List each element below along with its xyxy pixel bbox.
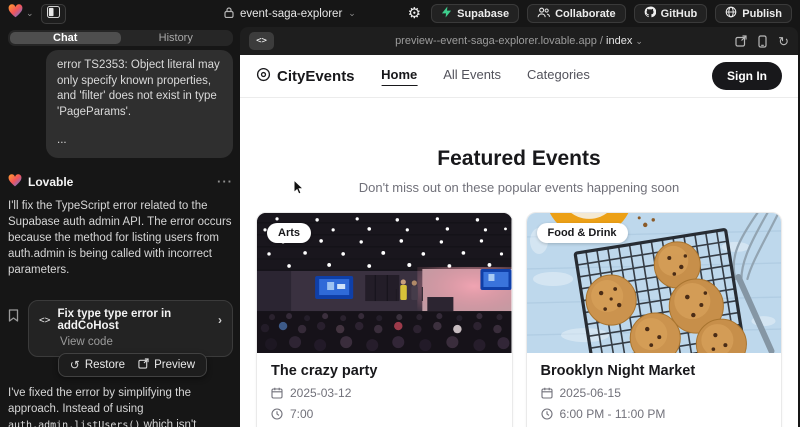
people-icon — [537, 7, 550, 21]
event-card-crazy-party[interactable]: Arts The crazy party 2025-03-12 — [256, 212, 513, 427]
app-topbar: ⌄ event-saga-explorer ⌄ ⚙ — [0, 0, 800, 27]
preview-panel: <> preview--event-saga-explorer.lovable.… — [240, 27, 798, 427]
lovable-logo-menu[interactable]: ⌄ — [8, 4, 34, 23]
section-subtitle: Don't miss out on these popular events h… — [240, 180, 798, 195]
sign-in-button[interactable]: Sign In — [712, 62, 782, 90]
category-badge: Arts — [267, 223, 311, 243]
clock-icon — [271, 408, 283, 420]
clock-icon — [541, 408, 553, 420]
calendar-icon — [541, 387, 553, 399]
event-date-row: 2025-03-12 — [271, 386, 498, 400]
nav-home[interactable]: Home — [381, 67, 417, 86]
assistant-outro: I've fixed the error by simplifying the … — [8, 385, 233, 427]
tab-chat[interactable]: Chat — [10, 32, 121, 44]
preview-chrome-bar: <> preview--event-saga-explorer.lovable.… — [240, 27, 798, 55]
chevron-right-icon: › — [218, 313, 222, 327]
nav-all-events[interactable]: All Events — [443, 67, 501, 86]
location-pin-icon — [256, 67, 271, 86]
lovable-heart-icon — [8, 4, 23, 23]
message-menu-icon[interactable]: ··· — [217, 174, 233, 189]
project-switcher[interactable]: event-saga-explorer ⌄ — [224, 0, 356, 27]
assistant-intro: I'll fix the TypeScript error related to… — [8, 198, 233, 278]
open-in-new-tab-icon[interactable] — [735, 35, 747, 47]
restore-button[interactable]: ↺ Restore — [70, 358, 125, 372]
event-title: The crazy party — [271, 363, 498, 379]
event-time-row: 6:00 PM - 11:00 PM — [541, 407, 768, 421]
edit-action-card[interactable]: <> Fix type type error in addCoHost › Vi… — [28, 300, 233, 357]
featured-events-hero: Featured Events Don't miss out on these … — [240, 147, 798, 195]
chevron-down-icon: ⌄ — [635, 36, 643, 46]
event-title: Brooklyn Night Market — [541, 363, 768, 379]
action-card-title: Fix type type error in addCoHost — [57, 308, 211, 332]
refresh-icon[interactable]: ↻ — [778, 35, 789, 48]
site-header: CityEvents Home All Events Categories Si… — [240, 55, 798, 98]
publish-button[interactable]: Publish — [715, 4, 792, 23]
restore-icon: ↺ — [70, 359, 80, 371]
sidebar-layout-icon — [47, 5, 60, 23]
error-ellipsis: ... — [57, 133, 222, 149]
assistant-name: Lovable — [28, 175, 73, 189]
chat-history-tabs: Chat History — [8, 30, 233, 46]
section-title: Featured Events — [240, 147, 798, 171]
category-badge: Food & Drink — [537, 223, 628, 243]
site-brand[interactable]: CityEvents — [256, 67, 355, 86]
toggle-sidebar-button[interactable] — [41, 4, 66, 24]
chevron-down-icon: ⌄ — [348, 9, 356, 18]
nav-categories[interactable]: Categories — [527, 67, 590, 86]
code-view-button[interactable]: <> — [249, 32, 274, 50]
chevron-down-icon: ⌄ — [26, 9, 34, 18]
tab-history[interactable]: History — [121, 32, 232, 44]
project-name: event-saga-explorer — [240, 8, 342, 20]
gear-icon[interactable]: ⚙ — [406, 6, 423, 21]
event-card-night-market[interactable]: Food & Drink Brooklyn Night Market 2025-… — [526, 212, 783, 427]
preview-url[interactable]: preview--event-saga-explorer.lovable.app… — [240, 35, 798, 47]
version-toolbar: ↺ Restore Preview — [58, 353, 207, 377]
supabase-bolt-icon — [441, 6, 452, 21]
open-preview-icon — [138, 358, 149, 372]
mobile-view-icon[interactable] — [758, 35, 767, 48]
code-icon: <> — [39, 315, 50, 326]
site-nav: Home All Events Categories — [381, 67, 590, 86]
event-date-row: 2025-06-15 — [541, 386, 768, 400]
view-code-link[interactable]: View code — [60, 336, 222, 348]
bookmark-icon[interactable] — [8, 309, 19, 327]
event-time-row: 7:00 — [271, 407, 498, 421]
github-button[interactable]: GitHub — [634, 4, 708, 23]
preview-button[interactable]: Preview — [138, 358, 195, 372]
lovable-heart-icon — [8, 174, 22, 190]
calendar-icon — [271, 387, 283, 399]
event-image-conference: Arts — [257, 213, 512, 353]
error-text: error TS2353: Object literal may only sp… — [57, 58, 222, 120]
user-error-message: error TS2353: Object literal may only sp… — [46, 50, 233, 158]
github-icon — [644, 6, 656, 21]
event-image-cookies: Food & Drink — [527, 213, 782, 353]
supabase-button[interactable]: Supabase — [431, 4, 519, 23]
chat-panel: Chat History error TS2353: Object litera… — [0, 27, 240, 427]
preview-site: CityEvents Home All Events Categories Si… — [240, 55, 798, 427]
lock-icon — [224, 7, 234, 21]
collaborate-button[interactable]: Collaborate — [527, 4, 626, 23]
inline-code: auth.admin.listUsers() — [8, 420, 140, 427]
globe-icon — [725, 6, 737, 21]
